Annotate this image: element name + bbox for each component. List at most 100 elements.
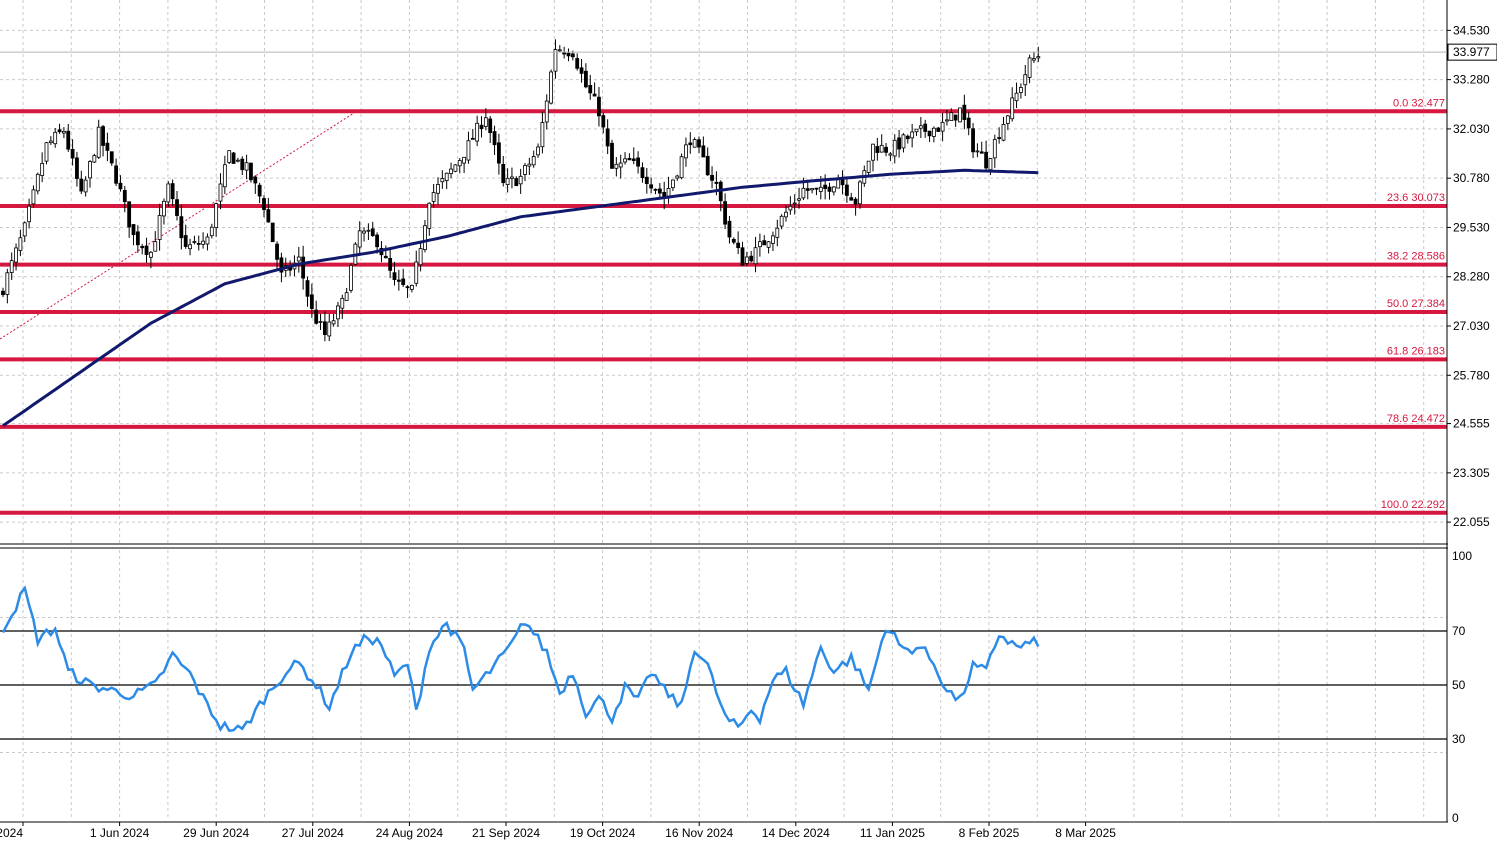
candle-body bbox=[601, 115, 606, 128]
candle-body bbox=[101, 126, 105, 146]
candle-body bbox=[275, 243, 279, 260]
candle-body bbox=[910, 131, 915, 139]
candle-body bbox=[1, 290, 5, 296]
candle-body bbox=[423, 225, 427, 251]
candle-body bbox=[392, 272, 397, 281]
candle-body bbox=[270, 222, 275, 243]
candle-body bbox=[153, 241, 158, 252]
candle-body bbox=[170, 183, 175, 200]
candle-body bbox=[383, 255, 388, 259]
candle-body bbox=[953, 114, 958, 121]
candle-body bbox=[975, 150, 980, 153]
candle-body bbox=[470, 137, 475, 140]
candle-body bbox=[845, 184, 849, 196]
candle-body bbox=[18, 237, 23, 251]
candle-body bbox=[831, 186, 836, 193]
price-tick-label: 27.030 bbox=[1453, 319, 1490, 333]
candle-body bbox=[479, 124, 484, 130]
candle-body bbox=[901, 134, 906, 149]
candle-body bbox=[549, 71, 553, 104]
candle-body bbox=[214, 203, 219, 229]
candle-body bbox=[322, 321, 327, 335]
time-tick-label: y 2024 bbox=[0, 826, 23, 840]
candle-body bbox=[836, 178, 841, 189]
candle-body bbox=[531, 156, 536, 166]
candle bbox=[227, 150, 232, 165]
candle-body bbox=[1023, 74, 1028, 86]
candle-body bbox=[536, 146, 540, 156]
candle bbox=[958, 107, 962, 123]
candle-body bbox=[701, 145, 706, 158]
candle-body bbox=[584, 70, 588, 88]
price-tick-label: 28.280 bbox=[1453, 270, 1490, 284]
candle-body bbox=[779, 215, 784, 227]
candle bbox=[679, 153, 684, 180]
candle-body bbox=[631, 158, 636, 161]
candle-body bbox=[758, 241, 762, 248]
fibonacci-level-label: 61.8 26.183 bbox=[1387, 345, 1445, 357]
rsi-tick-label: 70 bbox=[1452, 624, 1466, 638]
candle-body bbox=[205, 236, 210, 245]
candle-body bbox=[858, 181, 862, 205]
candle-body bbox=[48, 140, 53, 144]
candle-body bbox=[1010, 97, 1015, 120]
candle-body bbox=[523, 165, 527, 175]
price-tick-label: 30.780 bbox=[1453, 171, 1490, 185]
candle bbox=[453, 164, 458, 173]
rsi-tick-label: 30 bbox=[1452, 732, 1466, 746]
candle bbox=[231, 151, 236, 164]
candle-body bbox=[823, 184, 828, 189]
candle-body bbox=[449, 168, 453, 175]
candle-body bbox=[340, 297, 345, 309]
candle-body bbox=[66, 130, 71, 150]
candle-body bbox=[592, 93, 597, 97]
candle-body bbox=[31, 189, 36, 205]
candle-body bbox=[714, 181, 719, 184]
candle-body bbox=[675, 175, 680, 179]
candle bbox=[270, 222, 275, 243]
candle-body bbox=[771, 235, 775, 244]
candle-body bbox=[705, 155, 710, 176]
candle-body bbox=[475, 122, 480, 142]
candle-body bbox=[627, 158, 632, 161]
candle-body bbox=[736, 242, 741, 249]
candle-body bbox=[749, 255, 754, 262]
candle-body bbox=[740, 247, 745, 266]
current-price-label: 33.977 bbox=[1453, 45, 1490, 59]
candle-body bbox=[336, 305, 340, 320]
candle-body bbox=[70, 148, 75, 159]
candle-body bbox=[122, 190, 127, 203]
candle-body bbox=[971, 128, 975, 153]
candle-body bbox=[918, 125, 923, 129]
candle-body bbox=[614, 163, 619, 169]
candle-body bbox=[1027, 57, 1032, 78]
candle-body bbox=[697, 139, 701, 148]
time-tick-label: 21 Sep 2024 bbox=[472, 826, 540, 840]
candle-body bbox=[966, 117, 971, 129]
candle-body bbox=[505, 177, 510, 186]
candle-body bbox=[227, 150, 232, 163]
candle bbox=[44, 141, 49, 165]
candle-body bbox=[9, 260, 14, 273]
candle-body bbox=[945, 119, 949, 122]
candle-body bbox=[579, 67, 584, 74]
candle-body bbox=[148, 251, 153, 258]
candle-body bbox=[762, 240, 767, 246]
candle-body bbox=[1036, 56, 1041, 59]
candle-body bbox=[62, 130, 66, 134]
candle-body bbox=[114, 165, 118, 184]
candle-body bbox=[244, 162, 249, 171]
fibonacci-level-label: 23.6 30.073 bbox=[1387, 192, 1445, 204]
candle-body bbox=[984, 151, 988, 169]
candle-body bbox=[309, 294, 314, 309]
candle-body bbox=[301, 256, 306, 279]
candle-body bbox=[597, 96, 601, 117]
candle-body bbox=[418, 248, 423, 266]
candle-body bbox=[979, 151, 984, 154]
candle-body bbox=[88, 161, 92, 179]
candle-body bbox=[75, 157, 79, 179]
candle-body bbox=[262, 198, 266, 210]
candle-body bbox=[118, 182, 123, 190]
candle-body bbox=[414, 261, 419, 284]
candle-body bbox=[79, 178, 84, 192]
